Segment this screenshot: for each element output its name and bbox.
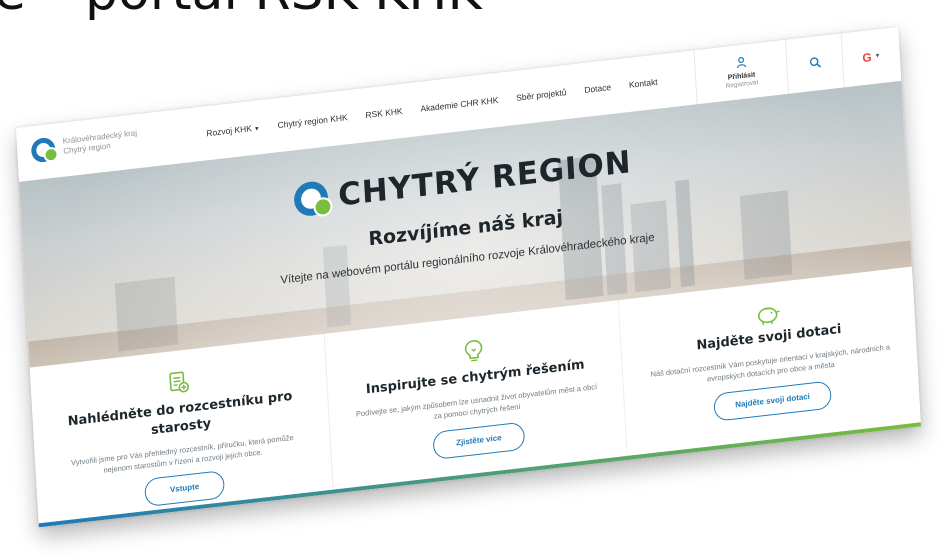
site-brand[interactable]: Královéhradecký kraj Chytrý region (62, 128, 137, 156)
zjistete-vice-button[interactable]: Zjistěte více (432, 421, 526, 460)
nav-item-rsk[interactable]: RSK KHK (365, 106, 403, 120)
vstupte-button[interactable]: Vstupte (144, 470, 226, 508)
nav-item-dotace[interactable]: Dotace (584, 82, 611, 95)
search-button[interactable] (784, 33, 844, 94)
nav-item-rozvoj[interactable]: Rozvoj KHK ▼ (206, 122, 260, 138)
language-selector[interactable]: G ▼ (840, 26, 902, 88)
nav-item-chytry-region[interactable]: Chytrý region KHK (277, 112, 348, 130)
search-icon (808, 55, 821, 71)
slide-title: e – portál RSK KHK (0, 0, 482, 22)
najdete-svoji-dotaci-button[interactable]: Najděte svoji dotaci (713, 380, 833, 422)
nav-item-label: Rozvoj KHK (206, 123, 253, 139)
nav-item-kontakt[interactable]: Kontakt (629, 77, 658, 90)
nav-item-sber-projektu[interactable]: Sběr projektů (516, 87, 567, 103)
site-logo-icon[interactable] (30, 136, 56, 164)
chevron-down-icon: ▼ (874, 53, 881, 60)
website-screenshot: Královéhradecký kraj Chytrý region Rozvo… (16, 26, 922, 528)
user-icon (735, 56, 746, 71)
chevron-down-icon: ▼ (253, 126, 261, 133)
google-translate-icon: G (861, 50, 873, 66)
nav-item-akademie[interactable]: Akademie CHR KHK (420, 95, 498, 114)
chytry-region-logo-icon (293, 179, 330, 218)
